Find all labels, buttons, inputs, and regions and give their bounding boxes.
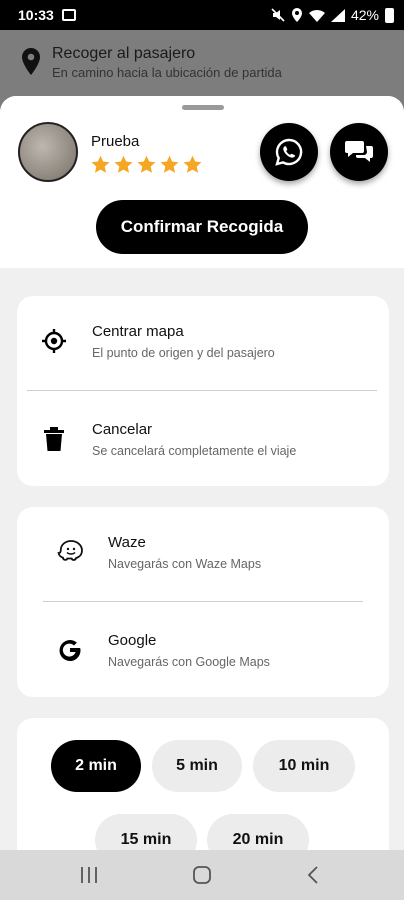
center-map-title: Centrar mapa: [92, 322, 184, 340]
waze-icon: [55, 537, 85, 567]
mute-icon: [271, 8, 285, 22]
whatsapp-icon: [275, 138, 303, 166]
map-pin-icon: [22, 48, 40, 75]
google-icon: [55, 635, 85, 665]
time-chip-15[interactable]: 15 min: [95, 814, 197, 850]
google-title: Google: [108, 631, 157, 649]
confirm-pickup-button[interactable]: Confirmar Recogida: [96, 200, 308, 254]
waze-subtitle: Navegarás con Waze Maps: [108, 556, 262, 571]
divider: [27, 390, 377, 391]
avatar: [18, 122, 78, 182]
time-chip-20[interactable]: 20 min: [207, 814, 309, 850]
waze-title: Waze: [108, 533, 146, 551]
chat-button[interactable]: [330, 123, 388, 181]
cancel-subtitle: Se cancelará completamente el viaje: [92, 443, 297, 458]
status-bar: 10:33 42%: [0, 0, 404, 30]
star-icon: [91, 155, 110, 173]
rating-stars: [90, 154, 203, 175]
whatsapp-button[interactable]: [260, 123, 318, 181]
time-options-card: 2 min 5 min 10 min 15 min 20 min: [17, 718, 389, 850]
recent-apps-icon[interactable]: [80, 865, 98, 885]
divider: [43, 601, 363, 602]
center-map-subtitle: El punto de origen y del pasajero: [92, 345, 275, 360]
sheet-header: Prueba Confirmar Recogida: [0, 96, 404, 268]
center-map-item[interactable]: Centrar mapa El punto de origen y del pa…: [17, 296, 389, 386]
back-icon[interactable]: [306, 865, 320, 885]
bottom-sheet: Prueba Confirmar Recogida Centrar mapa E…: [0, 96, 404, 850]
time-chip-10[interactable]: 10 min: [253, 740, 355, 792]
status-icons: 42%: [271, 7, 394, 23]
google-item[interactable]: Google Navegarás con Google Maps: [17, 605, 389, 695]
drag-handle[interactable]: [182, 105, 224, 110]
crosshair-icon: [39, 326, 69, 356]
signal-icon: [330, 8, 345, 22]
battery-icon: [385, 7, 394, 23]
gallery-icon: [61, 9, 76, 21]
time-chip-2[interactable]: 2 min: [51, 740, 141, 792]
trash-icon: [39, 424, 69, 454]
wifi-icon: [308, 9, 325, 22]
banner-subtitle: En camino hacia la ubicación de partida: [52, 64, 282, 80]
star-icon: [160, 155, 179, 173]
star-icon: [137, 155, 156, 173]
map-options-card: Centrar mapa El punto de origen y del pa…: [17, 296, 389, 486]
passenger-name: Prueba: [91, 133, 140, 150]
star-icon: [114, 155, 133, 173]
time-chip-5[interactable]: 5 min: [152, 740, 242, 792]
waze-item[interactable]: Waze Navegarás con Waze Maps: [17, 507, 389, 597]
battery-percent: 42%: [350, 7, 379, 23]
home-icon[interactable]: [192, 865, 212, 885]
google-subtitle: Navegarás con Google Maps: [108, 654, 270, 669]
banner-title: Recoger al pasajero: [52, 44, 196, 62]
navigation-apps-card: Waze Navegarás con Waze Maps Google Nave…: [17, 507, 389, 697]
location-icon: [291, 8, 302, 22]
cancel-title: Cancelar: [92, 420, 153, 438]
star-icon: [183, 155, 202, 173]
status-time: 10:33: [18, 7, 54, 23]
pickup-banner: Recoger al pasajero En camino hacia la u…: [0, 30, 404, 94]
cancel-trip-item[interactable]: Cancelar Se cancelará completamente el v…: [17, 394, 389, 484]
system-nav-bar: [0, 850, 404, 900]
chat-bubbles-icon: [345, 141, 373, 162]
